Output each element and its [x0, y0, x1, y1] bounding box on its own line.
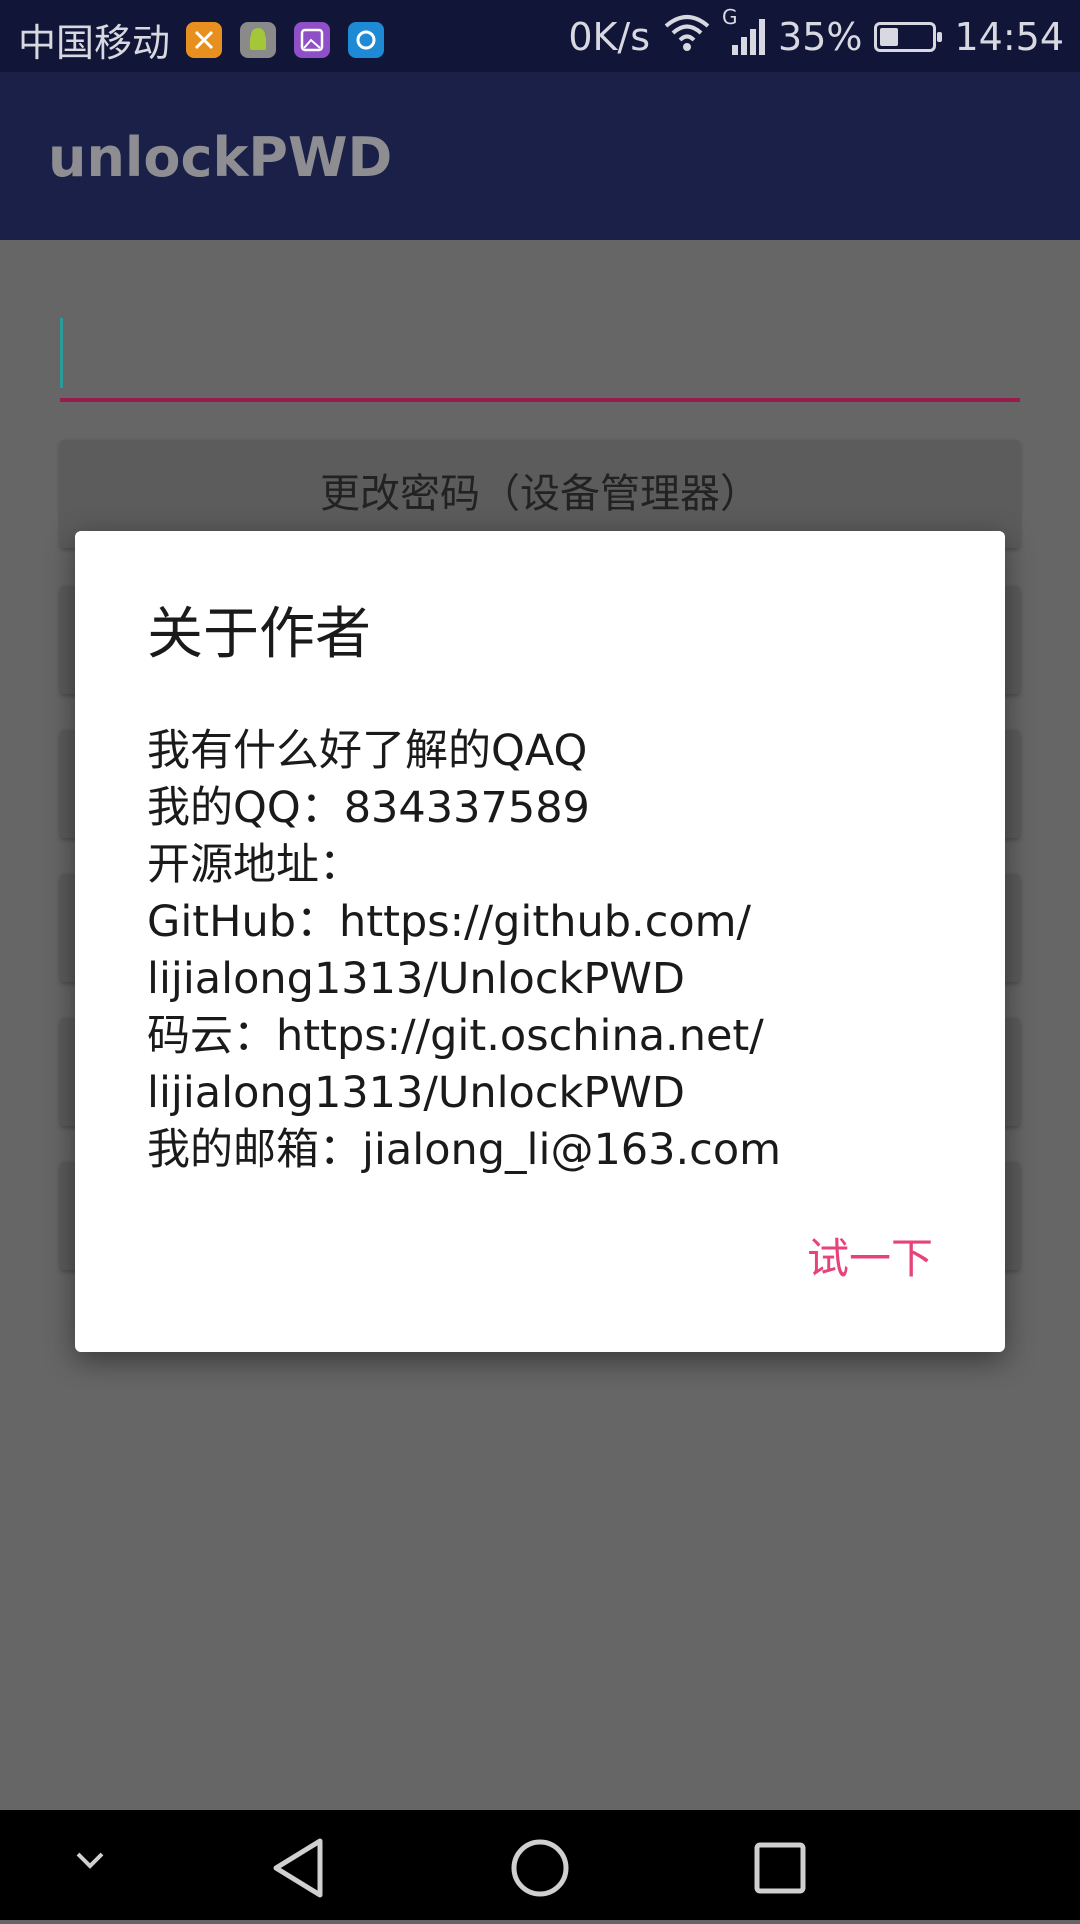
chevron-down-icon — [76, 1852, 104, 1869]
app-toolbar: unlockPWD — [0, 72, 1080, 240]
message-line: 我有什么好了解的QAQ — [147, 726, 588, 776]
message-line: GitHub：https://github.com/ — [147, 897, 752, 947]
gallery-icon — [294, 21, 331, 58]
message-line: 开源地址： — [147, 840, 362, 890]
signal-type: G — [722, 4, 738, 29]
home-button[interactable] — [511, 1839, 569, 1897]
message-line: 我的QQ：834337589 — [147, 783, 590, 833]
navigation-bar — [0, 1810, 1080, 1920]
carrier-name: 中国移动 — [18, 21, 171, 65]
message-line: lijialong1313/UnlockPWD — [147, 954, 685, 1004]
net-speed: 0K/s — [568, 14, 651, 59]
android-icon — [240, 21, 277, 58]
app-title: unlockPWD — [48, 126, 393, 189]
battery-percent: 35% — [778, 14, 863, 59]
home-circle-icon — [511, 1839, 569, 1897]
dialog-title: 关于作者 — [147, 602, 371, 667]
status-bar: 中国移动 0K/s G 35% 14:54 — [0, 0, 1080, 72]
back-triangle-icon — [273, 1838, 323, 1898]
about-author-dialog: 关于作者 我有什么好了解的QAQ 我的QQ：834337589 开源地址： Gi… — [75, 531, 1005, 1352]
input-underline — [60, 398, 1020, 402]
recents-square-icon — [754, 1842, 806, 1894]
battery-fill — [880, 27, 899, 46]
dialog-message: 我有什么好了解的QAQ 我的QQ：834337589 开源地址： GitHub：… — [147, 723, 947, 1179]
photo-app-icon — [186, 21, 223, 58]
back-button[interactable] — [273, 1838, 323, 1898]
message-line: 我的邮箱：jialong_li@163.com — [147, 1125, 782, 1175]
password-input[interactable] — [60, 312, 1020, 402]
signal-icon: G — [722, 5, 766, 57]
recents-button[interactable] — [754, 1842, 806, 1894]
message-line: lijialong1313/UnlockPWD — [147, 1068, 685, 1118]
text-cursor — [60, 318, 63, 388]
circle-app-icon — [348, 21, 385, 58]
battery-icon — [874, 21, 943, 52]
try-button[interactable]: 试一下 — [807, 1217, 933, 1294]
clock: 14:54 — [954, 14, 1064, 59]
message-line: 码云：https://git.oschina.net/ — [147, 1011, 764, 1061]
hide-nav-button[interactable] — [76, 1852, 104, 1869]
wifi-icon — [662, 12, 712, 61]
